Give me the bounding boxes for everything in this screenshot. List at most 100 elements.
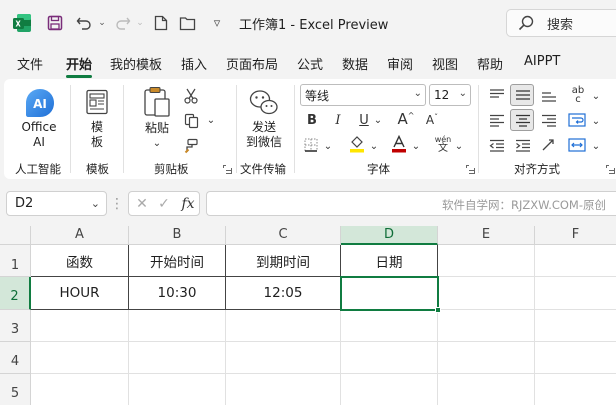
open-folder-icon[interactable] [178,12,198,34]
wrap-dropdown-icon[interactable]: ⌄ [590,114,602,128]
cell-c2[interactable]: 12:05 [226,277,341,310]
font-color-icon[interactable] [390,134,408,154]
enter-icon[interactable]: ✓ [155,195,173,213]
cell-f1[interactable] [535,245,616,277]
bold-button[interactable]: B [304,111,320,129]
column-header-f[interactable]: F [535,226,616,245]
row-header-5[interactable]: 5 [0,374,31,405]
undo-dropdown-icon[interactable]: ⌄ [96,12,108,34]
column-header-d[interactable]: D [341,226,438,245]
cell-a4[interactable] [31,342,129,374]
alignment-launcher-icon[interactable] [606,165,615,174]
cell-c3[interactable] [226,310,341,342]
increase-indent-icon[interactable] [512,135,534,155]
cell-c1[interactable]: 到期时间 [226,245,341,277]
borders-dropdown-icon[interactable]: ⌄ [322,139,334,153]
paste-dropdown-icon[interactable]: ⌄ [150,137,164,149]
cell-d1[interactable]: 日期 [341,245,438,277]
orientation-dropdown-icon[interactable]: ⌄ [590,89,602,103]
align-bottom-icon[interactable] [538,85,560,105]
copy-icon[interactable] [181,111,201,131]
save-icon[interactable] [44,12,66,34]
name-box[interactable]: D2 ⌄ [6,191,107,216]
insert-function-icon[interactable]: fx [178,194,198,214]
font-size-combo[interactable]: 12 ⌄ [429,84,471,106]
cell-b2[interactable]: 10:30 [129,277,226,310]
tab-page-layout[interactable]: 页面布局 [226,54,278,73]
column-header-c[interactable]: C [226,226,341,245]
tab-insert[interactable]: 插入 [181,54,207,73]
column-header-a[interactable]: A [31,226,129,245]
cell-c5[interactable] [226,374,341,405]
more-handle-icon[interactable]: ⋮ [110,194,124,214]
cell-d5[interactable] [341,374,438,405]
cell-d3[interactable] [341,310,438,342]
align-right-icon[interactable] [538,110,560,130]
cell-e2[interactable] [438,277,535,310]
cell-e4[interactable] [438,342,535,374]
cut-icon[interactable] [181,86,201,106]
redo-dropdown-icon[interactable]: ⌄ [134,12,146,34]
column-header-e[interactable]: E [438,226,535,245]
tab-aippt[interactable]: AIPPT [524,54,560,69]
align-middle-button[interactable] [510,84,534,106]
tab-my-templates[interactable]: 我的模板 [110,54,162,73]
align-left-icon[interactable] [486,110,508,130]
orientation-angle-icon[interactable] [538,135,560,155]
fill-color-icon[interactable] [348,134,366,154]
cell-a2[interactable]: HOUR [31,277,129,310]
cell-a1[interactable]: 函数 [31,245,129,277]
cell-e1[interactable] [438,245,535,277]
fill-handle[interactable] [435,307,441,313]
cell-e5[interactable] [438,374,535,405]
tab-home[interactable]: 开始 [66,54,92,73]
cell-c4[interactable] [226,342,341,374]
tab-file[interactable]: 文件 [17,54,43,73]
row-header-3[interactable]: 3 [0,310,31,342]
phonetic-guide-button[interactable]: wén 文 [434,133,452,155]
redo-icon[interactable] [112,12,134,34]
phonetic-dropdown-icon[interactable]: ⌄ [453,139,465,153]
row-header-1[interactable]: 1 [0,245,31,277]
font-launcher-icon[interactable] [466,165,475,174]
font-name-combo[interactable]: 等线 ⌄ [300,84,426,106]
underline-button[interactable]: U [356,111,372,129]
borders-icon[interactable] [302,136,320,154]
cell-b1[interactable]: 开始时间 [129,245,226,277]
copy-dropdown-icon[interactable]: ⌄ [205,113,217,127]
tab-formulas[interactable]: 公式 [297,54,323,73]
tab-view[interactable]: 视图 [432,54,458,73]
merge-dropdown-icon[interactable]: ⌄ [590,139,602,153]
new-file-icon[interactable] [151,12,171,34]
search-box[interactable]: 搜索 [506,9,616,37]
shrink-font-button[interactable]: Aˇ [424,111,440,129]
cell-f3[interactable] [535,310,616,342]
align-top-icon[interactable] [486,85,508,105]
tab-review[interactable]: 审阅 [387,54,413,73]
cell-d4[interactable] [341,342,438,374]
cell-a3[interactable] [31,310,129,342]
decrease-indent-icon[interactable] [486,135,508,155]
italic-button[interactable]: I [330,111,346,129]
cell-b5[interactable] [129,374,226,405]
align-center-button[interactable] [510,109,534,131]
cell-a5[interactable] [31,374,129,405]
cell-f5[interactable] [535,374,616,405]
row-header-4[interactable]: 4 [0,342,31,374]
tab-data[interactable]: 数据 [342,54,368,73]
formula-input[interactable]: 软件自学网：RJZXW.COM-原创 [206,191,616,216]
clipboard-launcher-icon[interactable] [223,165,232,174]
row-header-2[interactable]: 2 [0,277,31,310]
merge-center-icon[interactable] [566,135,588,155]
customize-toolbar-icon[interactable]: ▿ [209,12,225,34]
orientation-button[interactable]: ab c [566,83,590,107]
cell-b3[interactable] [129,310,226,342]
cell-f2[interactable] [535,277,616,310]
cell-e3[interactable] [438,310,535,342]
column-header-b[interactable]: B [129,226,226,245]
cell-f4[interactable] [535,342,616,374]
font-color-dropdown-icon[interactable]: ⌄ [410,139,422,153]
tab-help[interactable]: 帮助 [477,54,503,73]
undo-icon[interactable] [73,12,95,34]
fill-color-dropdown-icon[interactable]: ⌄ [368,139,380,153]
